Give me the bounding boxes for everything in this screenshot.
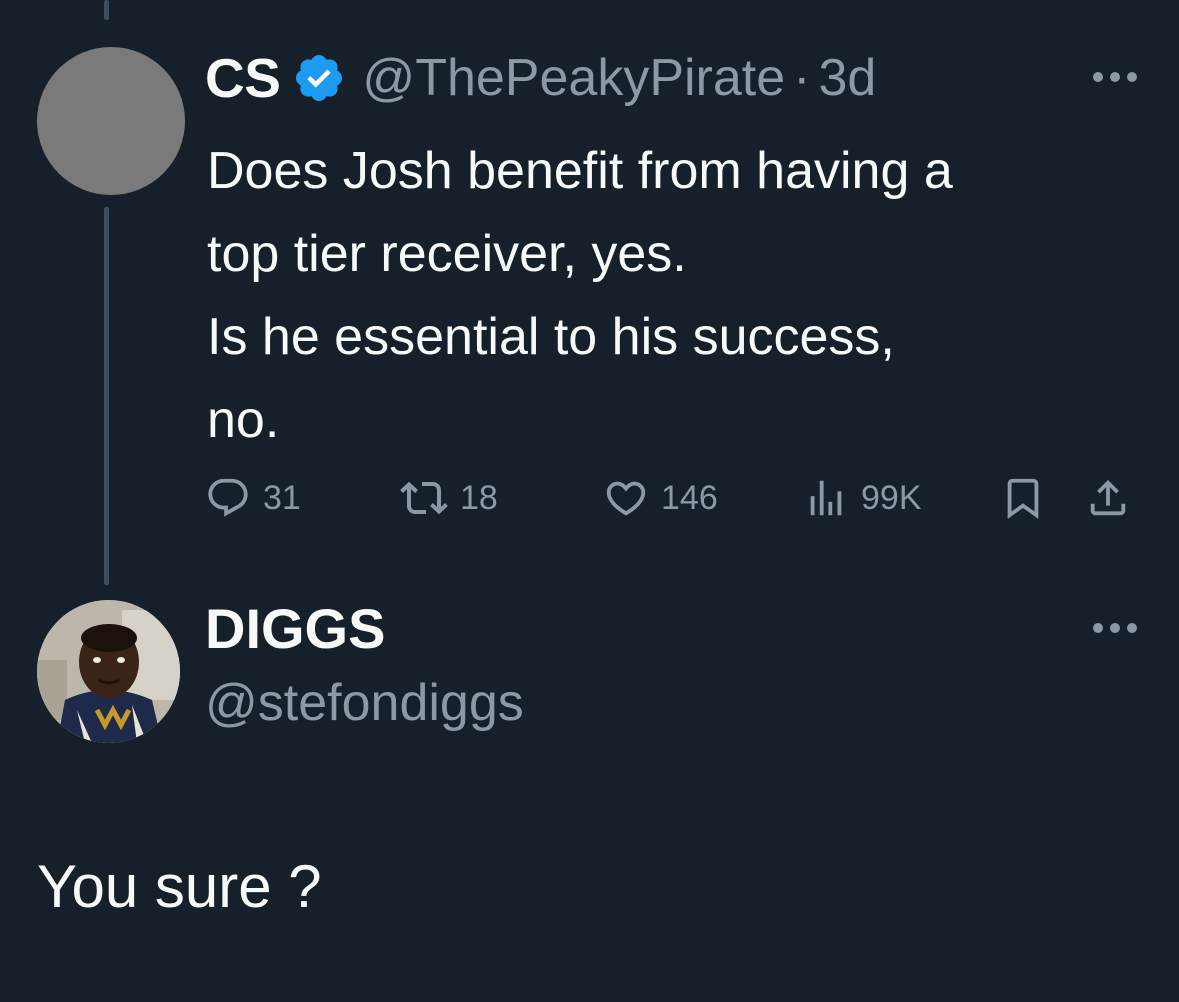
share-icon <box>1085 475 1131 521</box>
retweet-icon <box>400 474 448 522</box>
avatar-photo <box>37 600 180 743</box>
reply-icon <box>205 475 251 521</box>
thread-line-connector <box>104 207 109 585</box>
share-button[interactable] <box>1085 470 1131 526</box>
heart-icon <box>603 475 649 521</box>
tweet-text-line: no. <box>207 391 280 449</box>
verified-badge-icon <box>292 51 346 105</box>
like-count: 146 <box>661 478 718 517</box>
reply-author-display-name[interactable]: DIGGS <box>205 596 385 661</box>
analytics-icon <box>803 475 849 521</box>
author-handle[interactable]: @ThePeakyPirate <box>362 48 785 108</box>
tweet-timestamp[interactable]: 3d <box>819 48 877 108</box>
tweet-thread-view: CS @ThePeakyPirate · 3d Does Josh benefi… <box>0 0 1179 1002</box>
reply-author-handle[interactable]: @stefondiggs <box>205 673 524 733</box>
views-button[interactable]: 99K <box>803 470 922 526</box>
parent-tweet-text: Does Josh benefit from having a top tier… <box>207 130 1147 462</box>
retweet-count: 18 <box>460 478 498 517</box>
bookmark-icon <box>1000 475 1046 521</box>
tweet-action-bar: 31 18 146 99K <box>205 470 1140 526</box>
more-options-icon[interactable] <box>1093 72 1137 82</box>
header-separator: · <box>793 49 811 107</box>
reply-count: 31 <box>263 478 301 517</box>
retweet-button[interactable]: 18 <box>400 470 498 526</box>
thread-line-top <box>104 0 109 20</box>
tweet-text-line: top tier receiver, yes. <box>207 225 687 283</box>
avatar-cs[interactable] <box>37 47 185 195</box>
like-button[interactable]: 146 <box>603 470 718 526</box>
bookmark-button[interactable] <box>1000 470 1046 526</box>
reply-button[interactable]: 31 <box>205 470 301 526</box>
reply-tweet-text: You sure ? <box>37 853 322 920</box>
more-options-icon[interactable] <box>1093 623 1137 633</box>
parent-tweet-header: CS @ThePeakyPirate · 3d <box>205 42 876 114</box>
avatar-diggs[interactable] <box>37 600 180 743</box>
tweet-text-line: Is he essential to his success, <box>207 308 895 366</box>
tweet-text-line: Does Josh benefit from having a <box>207 142 953 200</box>
author-display-name[interactable]: CS <box>205 46 281 110</box>
view-count: 99K <box>861 478 922 517</box>
